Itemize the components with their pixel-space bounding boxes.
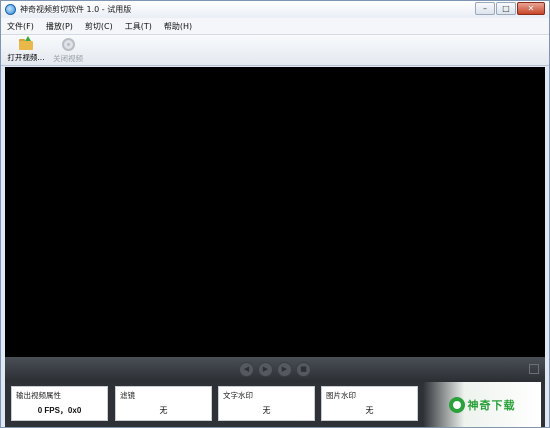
stop-icon[interactable]: ■ xyxy=(296,362,311,377)
close-video-button[interactable]: 关闭视频 xyxy=(47,35,89,65)
open-video-button[interactable]: 打开视频... xyxy=(5,35,47,65)
play-icon[interactable]: ▶ xyxy=(258,362,273,377)
menu-cut[interactable]: 剪切(C) xyxy=(79,21,119,32)
image-watermark-panel[interactable]: 图片水印 无 xyxy=(321,386,418,421)
text-watermark-panel[interactable]: 文字水印 无 xyxy=(218,386,315,421)
minimize-button[interactable]: – xyxy=(475,2,495,15)
maximize-button[interactable]: □ xyxy=(496,2,516,15)
menu-tools[interactable]: 工具(T) xyxy=(119,21,158,32)
fullscreen-icon[interactable] xyxy=(529,364,539,374)
video-preview-area[interactable] xyxy=(5,67,545,357)
text-watermark-title: 文字水印 xyxy=(223,391,253,400)
site-watermark-text: 神奇下载 xyxy=(467,398,516,412)
window-title: 神奇视频剪切软件 1.0 - 试用版 xyxy=(20,5,132,14)
previous-icon[interactable]: ◀ xyxy=(239,362,254,377)
site-watermark: 神奇下载 xyxy=(423,382,541,427)
output-properties-value: 0 FPS，0x0 xyxy=(37,406,82,415)
filter-title: 滤镜 xyxy=(120,391,135,400)
image-watermark-value: 无 xyxy=(365,406,374,415)
filter-panel[interactable]: 滤镜 无 xyxy=(115,386,212,421)
window-controls: – □ ✕ xyxy=(475,2,545,15)
title-bar[interactable]: 神奇视频剪切软件 1.0 - 试用版 – □ ✕ xyxy=(1,1,549,18)
disc-icon xyxy=(61,38,75,51)
open-video-label: 打开视频... xyxy=(7,53,45,62)
menu-file[interactable]: 文件(F) xyxy=(1,21,40,32)
filter-value: 无 xyxy=(159,406,168,415)
playback-control-bar: ◀ ▶ ▶ ■ xyxy=(5,357,545,382)
next-icon[interactable]: ▶ xyxy=(277,362,292,377)
app-logo-icon xyxy=(5,4,16,15)
site-logo-icon xyxy=(448,396,465,413)
menu-help[interactable]: 帮助(H) xyxy=(158,21,198,32)
close-video-label: 关闭视频 xyxy=(53,54,83,63)
app-window: 神奇视频剪切软件 1.0 - 试用版 – □ ✕ 文件(F) 播放(P) 剪切(… xyxy=(0,0,550,428)
toolbar: 打开视频... 关闭视频 xyxy=(1,35,549,66)
menu-bar: 文件(F) 播放(P) 剪切(C) 工具(T) 帮助(H) xyxy=(1,18,549,35)
image-watermark-title: 图片水印 xyxy=(326,391,356,400)
close-button[interactable]: ✕ xyxy=(517,2,545,15)
output-properties-panel[interactable]: 输出视频属性 0 FPS，0x0 xyxy=(11,386,108,421)
text-watermark-value: 无 xyxy=(262,406,271,415)
menu-play[interactable]: 播放(P) xyxy=(40,21,79,32)
output-properties-title: 输出视频属性 xyxy=(16,391,61,400)
folder-open-icon xyxy=(19,36,33,50)
